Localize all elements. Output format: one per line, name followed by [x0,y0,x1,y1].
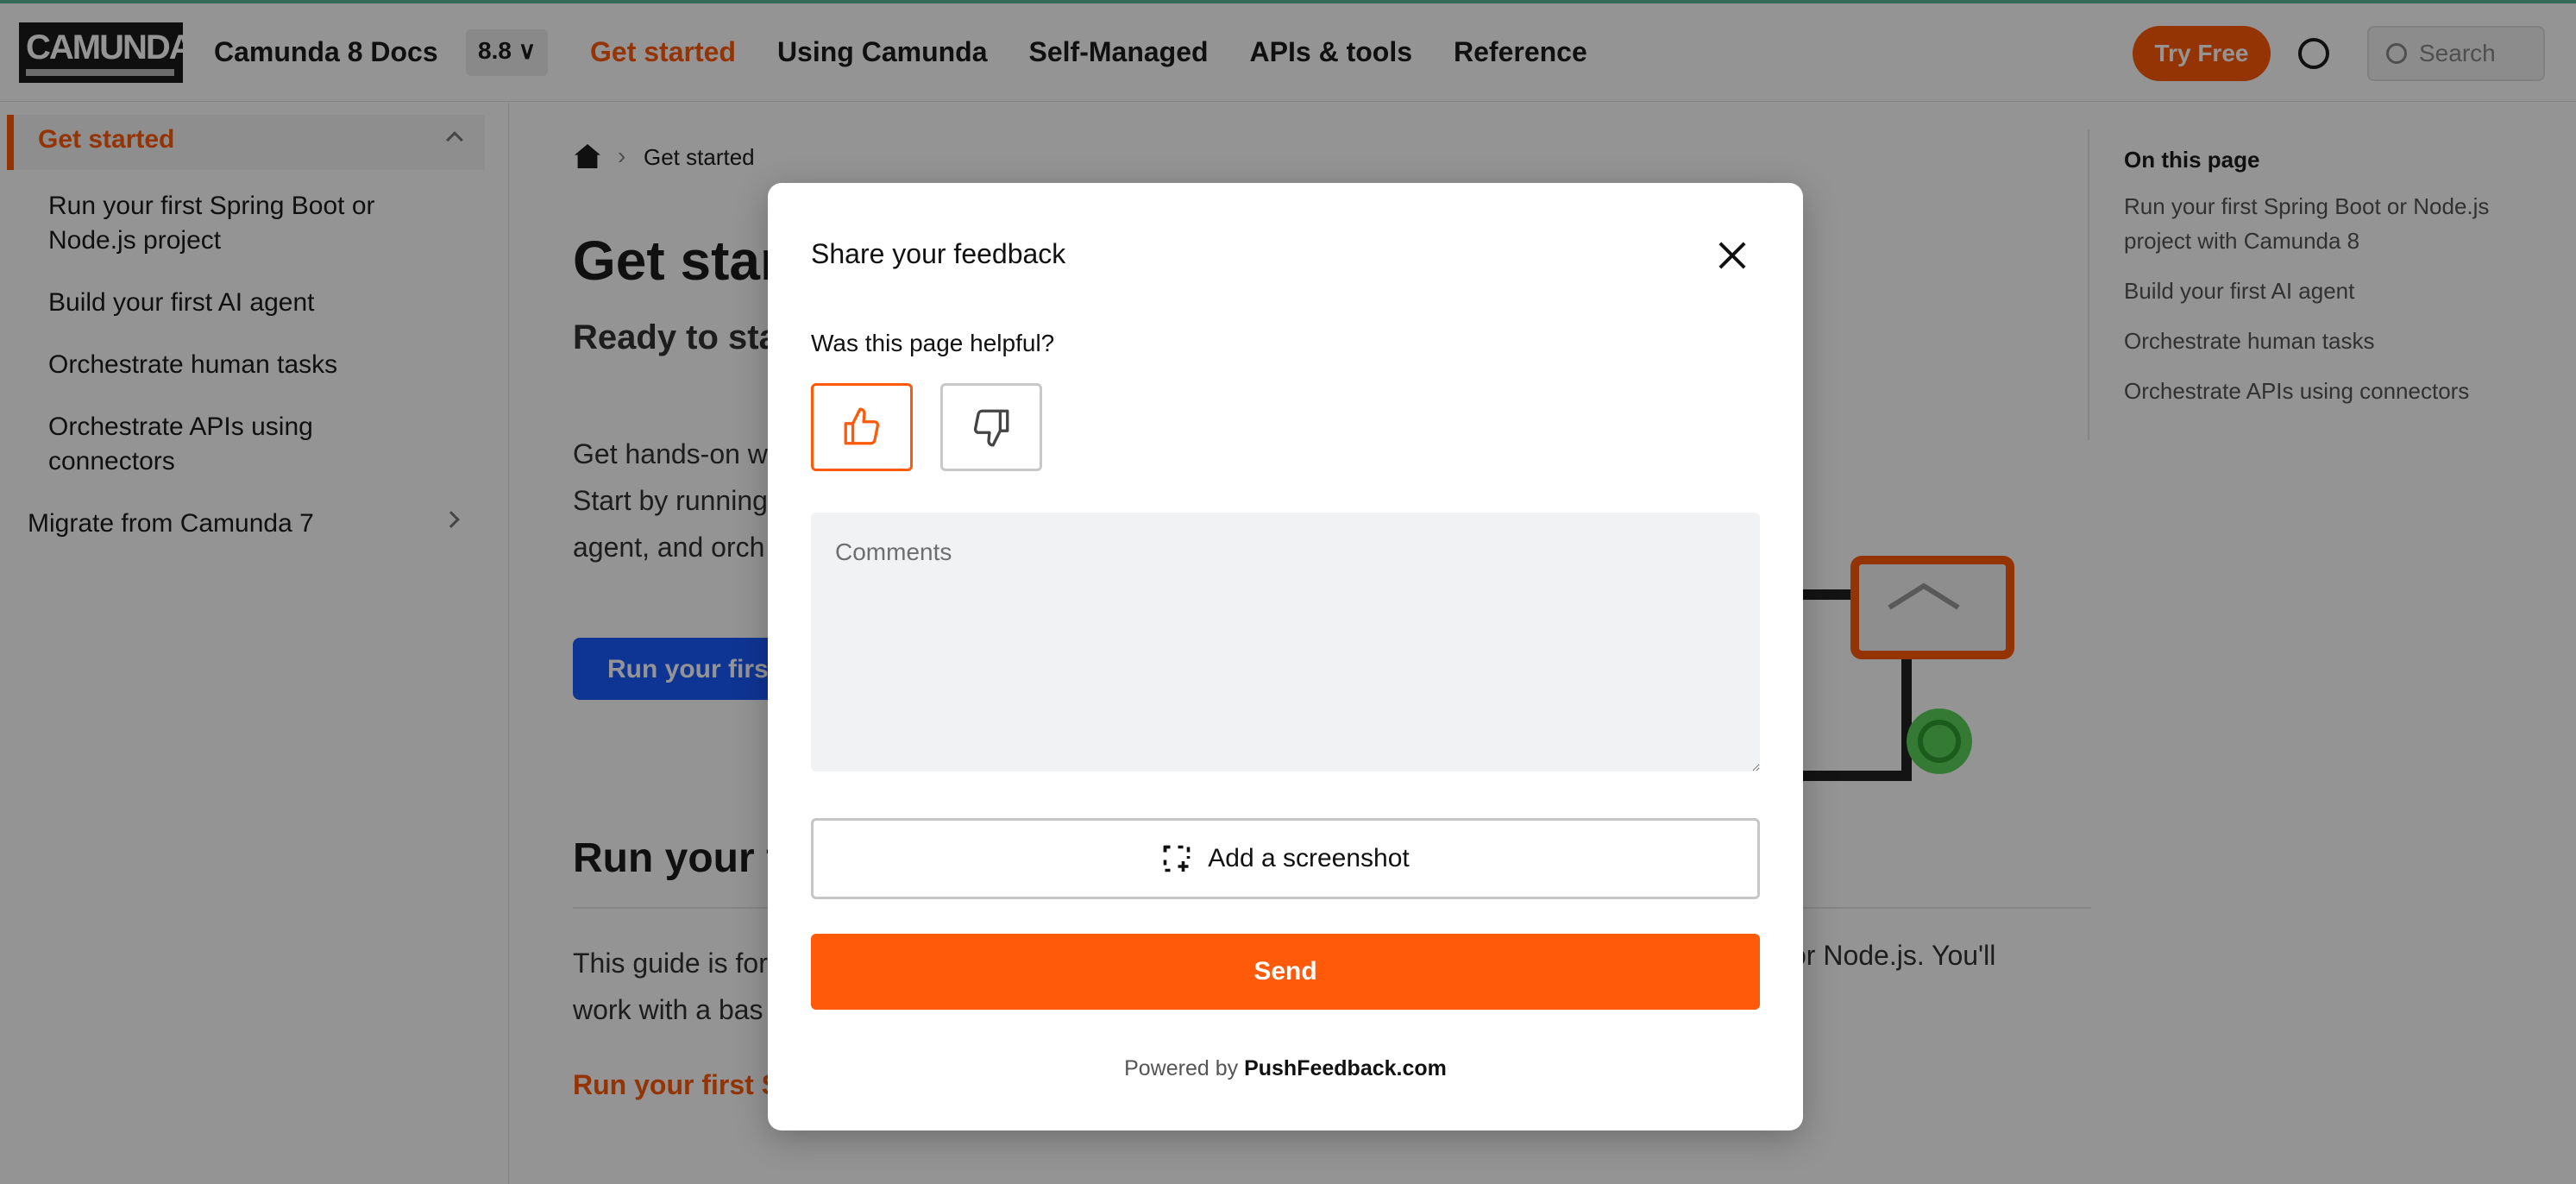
modal-title: Share your feedback [811,238,1066,269]
add-screenshot-button[interactable]: Add a screenshot [811,818,1760,899]
pushfeedback-link[interactable]: PushFeedback.com [1244,1056,1447,1080]
send-button[interactable]: Send [811,934,1760,1010]
feedback-modal: Share your feedback Was this page helpfu… [768,183,1803,1130]
add-screenshot-label: Add a screenshot [1208,844,1410,872]
thumbs-down-button[interactable] [940,383,1042,471]
screenshot-icon [1163,845,1191,872]
powered-by: Powered by PushFeedback.com [768,1056,1803,1081]
powered-by-prefix: Powered by [1124,1056,1239,1080]
close-icon[interactable] [1712,235,1753,276]
thumbs-down-icon [973,409,1009,447]
thumbs-up-button[interactable] [811,383,913,471]
comments-field[interactable] [811,513,1760,771]
helpful-question: Was this page helpful? [811,330,1055,356]
thumbs-up-icon [844,407,880,445]
